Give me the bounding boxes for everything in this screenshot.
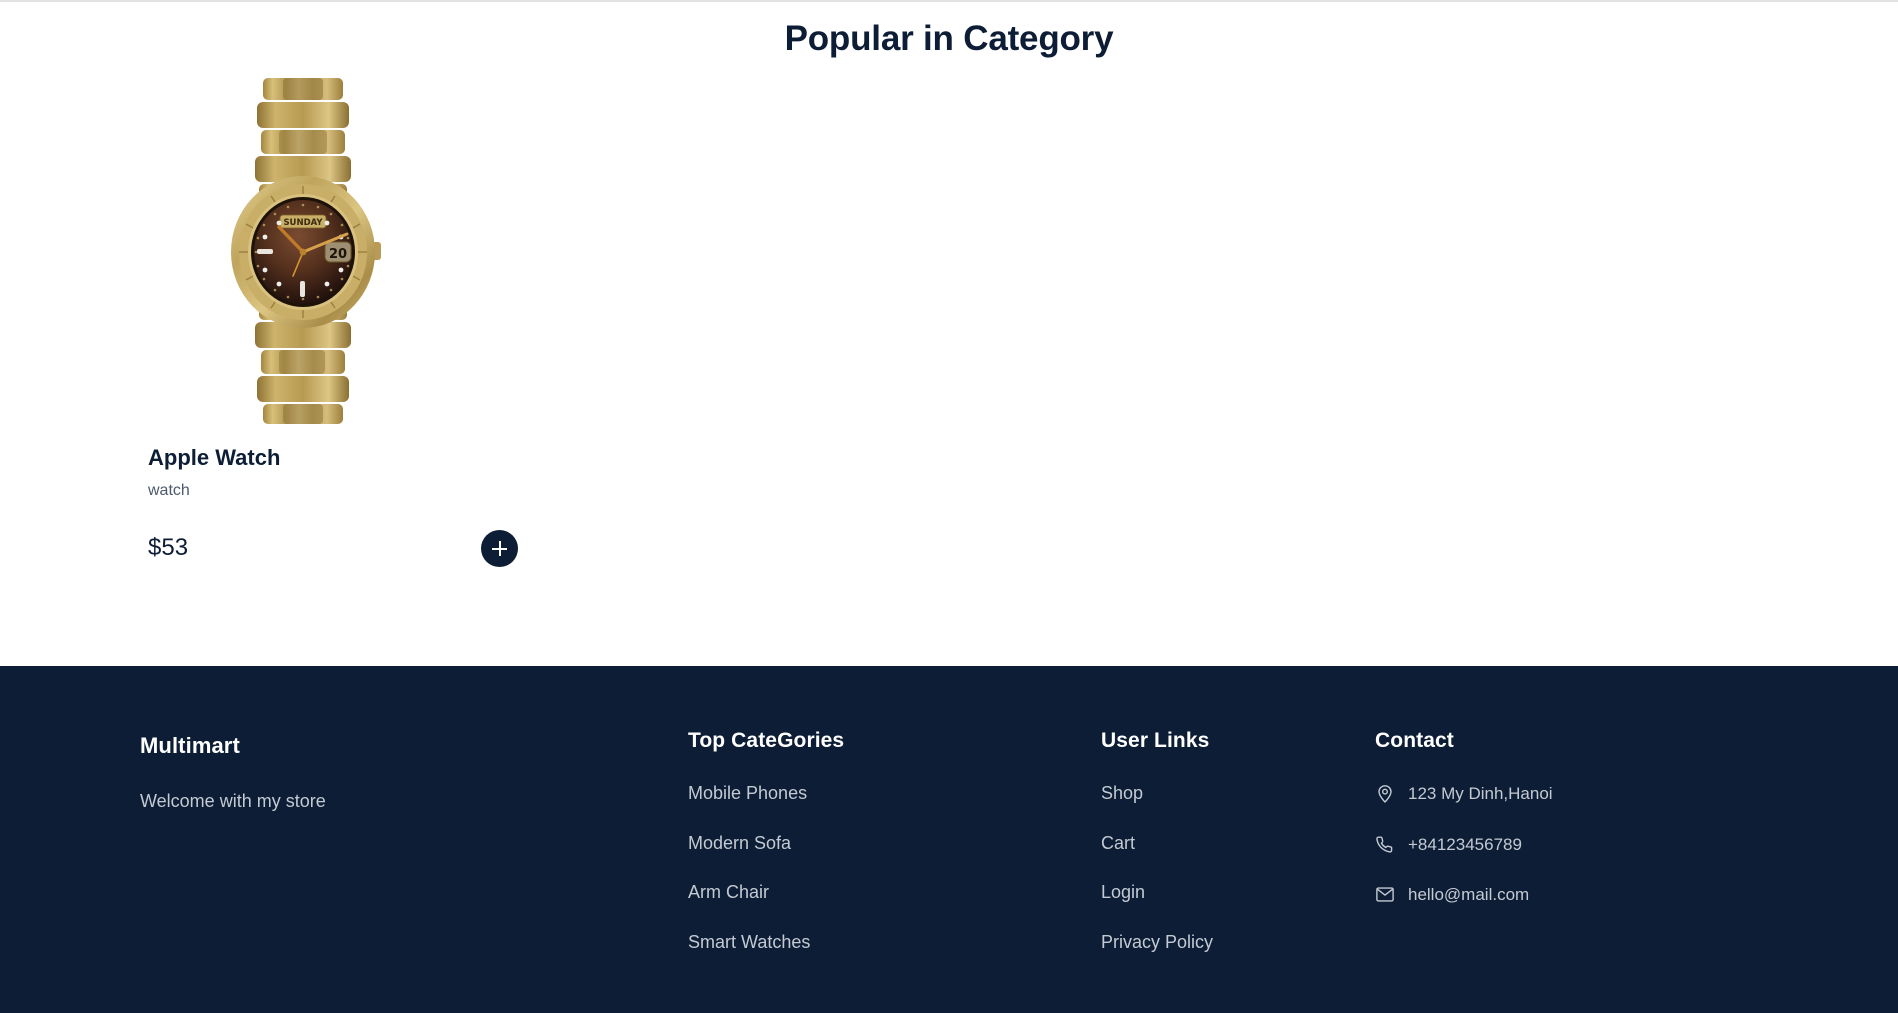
list-item: Arm Chair <box>688 881 1018 904</box>
contact-phone-row: +84123456789 <box>1375 834 1755 855</box>
contact-phone-text: +84123456789 <box>1408 834 1522 854</box>
gold-wristwatch-image: SUNDAY 20 <box>217 74 389 426</box>
footer-link-smart-watches[interactable]: Smart Watches <box>688 931 810 954</box>
footer-link-arm-chair[interactable]: Arm Chair <box>688 881 769 904</box>
footer-user-links-list: Shop Cart Login Privacy Policy <box>1101 782 1361 953</box>
list-item: Cart <box>1101 832 1361 855</box>
footer-user-links-heading: User Links <box>1101 729 1210 752</box>
site-footer: Multimart Welcome with my store Top Cate… <box>0 666 1898 1013</box>
product-price: $53 <box>148 534 189 562</box>
footer-link-mobile-phones[interactable]: Mobile Phones <box>688 782 807 805</box>
list-item: Smart Watches <box>688 931 1018 954</box>
contact-address-row: 123 My Dinh,Hanoi <box>1375 783 1755 804</box>
contact-address-text: 123 My Dinh,Hanoi <box>1408 784 1553 804</box>
list-item: Mobile Phones <box>688 782 1018 805</box>
product-card[interactable]: SUNDAY 20 Apple Watch watch $53 <box>148 74 518 568</box>
product-grid: SUNDAY 20 Apple Watch watch $53 <box>0 74 1898 568</box>
footer-link-cart[interactable]: Cart <box>1101 832 1135 855</box>
location-pin-icon <box>1375 784 1394 804</box>
footer-categories-list: Mobile Phones Modern Sofa Arm Chair Smar… <box>688 782 1018 953</box>
page-root: Popular in Category SUNDAY 20 Apple Watc… <box>0 0 1898 1013</box>
footer-contact-heading: Contact <box>1375 729 1454 752</box>
product-name[interactable]: Apple Watch <box>148 444 458 473</box>
contact-email-row: hello@mail.com <box>1375 884 1755 905</box>
svg-text:20: 20 <box>329 247 347 262</box>
envelope-icon <box>1375 885 1394 904</box>
phone-icon <box>1375 835 1394 854</box>
add-to-cart-button[interactable] <box>481 530 518 568</box>
footer-user-links-column: User Links Shop Cart Login Privacy Polic… <box>1101 728 1361 953</box>
list-item: Login <box>1101 881 1361 904</box>
product-image[interactable]: SUNDAY 20 <box>148 74 458 426</box>
svg-text:SUNDAY: SUNDAY <box>283 218 323 228</box>
popular-in-category-section: Popular in Category SUNDAY 20 Apple Watc… <box>0 2 1898 666</box>
footer-categories-heading: Top CateGories <box>688 729 845 752</box>
product-category: watch <box>148 481 190 499</box>
list-item: Shop <box>1101 782 1361 805</box>
footer-contact-column: Contact 123 My Dinh,Hanoi +84123456789 h… <box>1375 728 1755 905</box>
page-title: Popular in Category <box>784 19 1114 58</box>
footer-brand-tagline: Welcome with my store <box>140 790 326 811</box>
footer-categories-column: Top CateGories Mobile Phones Modern Sofa… <box>688 728 1018 953</box>
footer-brand-column: Multimart Welcome with my store <box>140 732 540 814</box>
list-item: Modern Sofa <box>688 832 1018 855</box>
footer-link-modern-sofa[interactable]: Modern Sofa <box>688 832 791 855</box>
product-footer: $53 <box>148 530 518 568</box>
footer-contact-list: 123 My Dinh,Hanoi +84123456789 hello@mai… <box>1375 783 1755 905</box>
footer-link-privacy-policy[interactable]: Privacy Policy <box>1101 931 1213 954</box>
plus-icon <box>492 541 507 556</box>
footer-link-shop[interactable]: Shop <box>1101 782 1143 805</box>
list-item: Privacy Policy <box>1101 931 1361 954</box>
footer-brand-name: Multimart <box>140 733 240 758</box>
contact-email-text: hello@mail.com <box>1408 884 1530 904</box>
footer-link-login[interactable]: Login <box>1101 881 1145 904</box>
